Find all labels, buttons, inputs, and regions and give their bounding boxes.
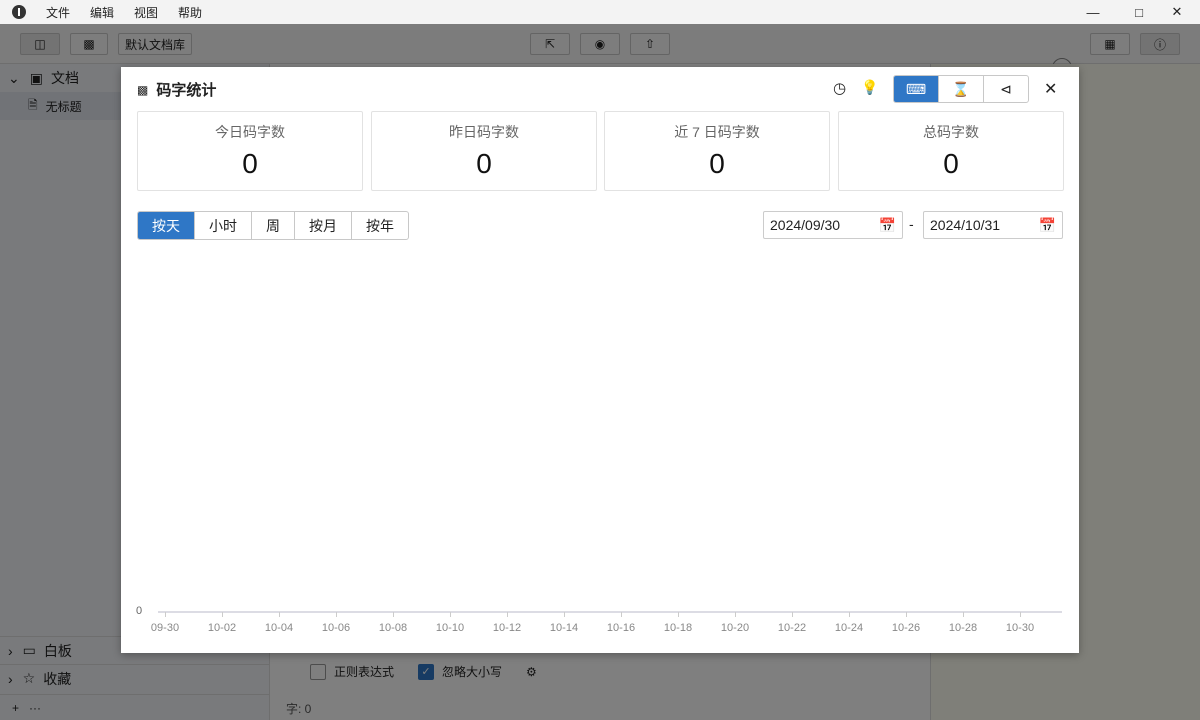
stat-label: 近 7 日码字数 [674,124,760,140]
lightbulb-icon[interactable]: 💡 [861,79,878,96]
word-stats-dialog: ▩ 码字统计 ◷ 💡 ⌨ ⌛ ⊲ ✕ 今日码字数 0 昨日码字数 0 近 7 日码字数… [121,67,1079,653]
x-tick-label: 10-06 [321,622,351,634]
range-selector: 按天 小时 周 按月 按年 [137,211,409,240]
x-tick-mark [336,612,337,617]
x-tick-mark [450,612,451,617]
x-tick-label: 10-08 [378,622,408,634]
stat-label: 昨日码字数 [449,124,519,140]
x-tick-label: 10-10 [435,622,465,634]
history-icon[interactable]: ◷ [833,79,846,97]
x-tick-label: 10-12 [492,622,522,634]
calendar-icon[interactable]: 📅 [1039,217,1056,234]
x-tick-label: 10-26 [891,622,921,634]
x-tick-label: 10-18 [663,622,693,634]
stat-value: 0 [242,148,258,179]
stat-label: 今日码字数 [215,124,285,140]
x-tick-mark [906,612,907,617]
keyboard-tab[interactable]: ⌨ [894,76,939,102]
x-tick-mark [393,612,394,617]
menu-view[interactable]: 视图 [134,4,158,21]
date-separator: - [909,216,914,232]
stat-card-7days: 近 7 日码字数 0 [604,111,830,191]
x-tick-label: 10-20 [720,622,750,634]
range-week[interactable]: 周 [252,212,295,239]
x-tick-mark [963,612,964,617]
x-tick-label: 10-14 [549,622,579,634]
x-tick-mark [792,612,793,617]
range-day[interactable]: 按天 [138,212,195,239]
minimize-icon[interactable]: — [1070,0,1116,24]
hourglass-tab[interactable]: ⌛ [939,76,984,102]
stat-value: 0 [709,148,725,179]
stat-card-total: 总码字数 0 [838,111,1064,191]
stat-label: 总码字数 [923,124,979,140]
x-tick-label: 10-30 [1005,622,1035,634]
end-date-input[interactable]: 2024/10/31 📅 [923,211,1063,239]
share-tab[interactable]: ⊲ [984,76,1028,102]
start-date-input[interactable]: 2024/09/30 📅 [763,211,903,239]
x-tick-label: 09-30 [150,622,180,634]
range-year[interactable]: 按年 [352,212,408,239]
stat-card-yesterday: 昨日码字数 0 [371,111,597,191]
stat-value: 0 [943,148,959,179]
x-tick-mark [678,612,679,617]
x-tick-mark [507,612,508,617]
bar-chart-icon: ▩ [137,82,149,97]
x-tick-mark [735,612,736,617]
range-hour[interactable]: 小时 [195,212,252,239]
x-tick-label: 10-02 [207,622,237,634]
x-tick-label: 10-04 [264,622,294,634]
calendar-icon[interactable]: 📅 [879,217,896,234]
app-logo-icon [12,5,26,19]
menu-file[interactable]: 文件 [46,4,70,21]
dialog-title: 码字统计 [156,82,217,99]
x-tick-mark [279,612,280,617]
start-date-value: 2024/09/30 [770,217,841,233]
x-tick-label: 10-24 [834,622,864,634]
x-tick-mark [564,612,565,617]
x-tick-mark [222,612,223,617]
menu-edit[interactable]: 编辑 [90,4,114,21]
close-window-icon[interactable]: ✕ [1154,0,1200,24]
dialog-header: ▩ 码字统计 [137,79,216,100]
end-date-value: 2024/10/31 [930,217,1001,233]
y-tick-0: 0 [136,605,143,617]
stat-value: 0 [476,148,492,179]
x-tick-label: 10-28 [948,622,978,634]
x-tick-label: 10-22 [777,622,807,634]
x-tick-mark [1020,612,1021,617]
title-bar: 文件 编辑 视图 帮助 — □ ✕ [0,0,1200,24]
x-tick-mark [621,612,622,617]
x-tick-mark [165,612,166,617]
x-tick-label: 10-16 [606,622,636,634]
menu-help[interactable]: 帮助 [178,4,202,21]
view-switcher: ⌨ ⌛ ⊲ [893,75,1029,103]
x-tick-mark [849,612,850,617]
stat-card-today: 今日码字数 0 [137,111,363,191]
x-axis-line [158,611,1062,613]
close-icon[interactable]: ✕ [1044,79,1057,99]
range-month[interactable]: 按月 [295,212,352,239]
